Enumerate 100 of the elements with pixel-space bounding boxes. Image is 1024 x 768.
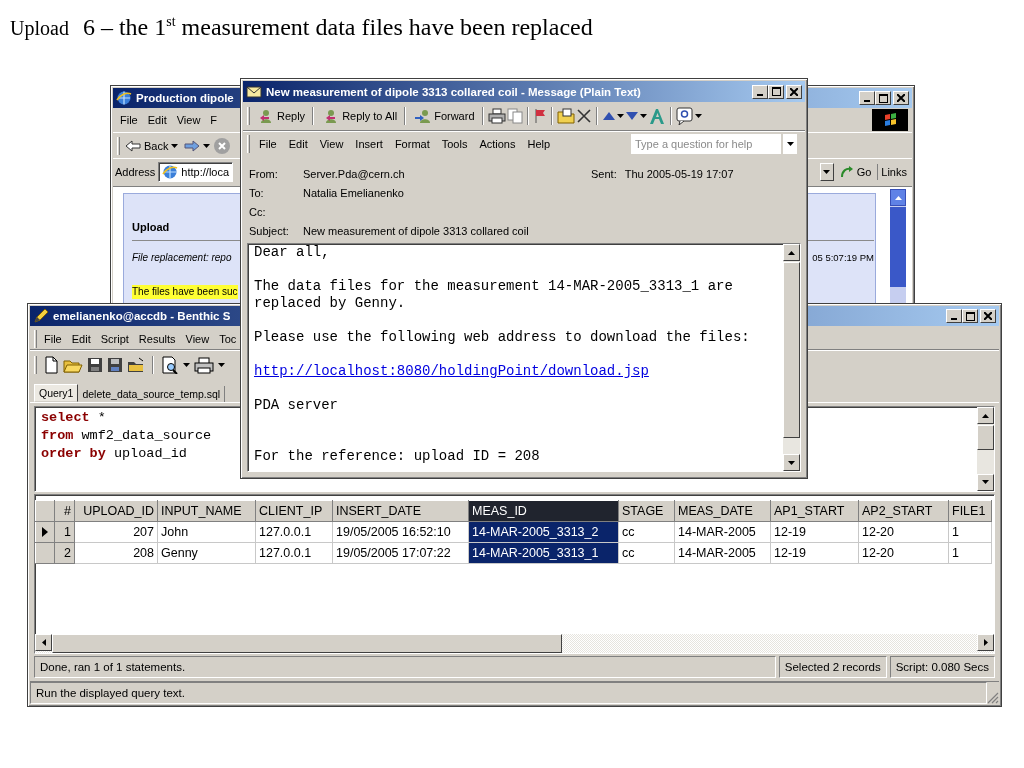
menu-item[interactable]: Edit (142, 114, 172, 126)
horizontal-scrollbar[interactable] (35, 634, 994, 654)
vertical-scrollbar[interactable] (783, 244, 800, 471)
column-header[interactable]: STAGE (618, 500, 675, 522)
scrollbar-thumb[interactable] (52, 634, 562, 654)
printer-icon[interactable] (194, 355, 214, 374)
maximize-button[interactable] (875, 91, 891, 105)
folder-icon[interactable] (127, 356, 145, 373)
column-header[interactable]: INPUT_NAME (157, 500, 256, 522)
message-paragraph: Dear all, (254, 244, 330, 260)
dropdown-button[interactable] (819, 162, 834, 181)
slide-title: 6 – the 1$^{st}$ measurement data files have been replaced (82, 14, 593, 41)
close-button[interactable] (980, 309, 996, 323)
caret-icon (823, 169, 831, 174)
menu-item[interactable]: Edit (283, 138, 313, 150)
maximize-button[interactable] (962, 309, 978, 323)
maximize-button[interactable] (768, 84, 784, 99)
menu-item[interactable]: Format (389, 138, 435, 150)
help-search-field[interactable]: Type a question for help (631, 134, 781, 154)
scroll-down-button[interactable] (783, 454, 800, 471)
forward-icon (413, 108, 432, 124)
left-arrow-icon (125, 139, 141, 152)
resize-grip-icon[interactable] (987, 692, 999, 704)
message-paragraph: PDA server (254, 397, 338, 413)
sql-editor[interactable]: select * from wmf2_data_source order by upload_id (35, 407, 237, 491)
scroll-up-button[interactable] (890, 189, 906, 206)
editor-tab[interactable]: Query1 (34, 384, 79, 402)
minimize-icon (951, 318, 957, 320)
column-header[interactable]: AP1_START (770, 500, 859, 522)
scrollbar-thumb[interactable] (977, 425, 994, 450)
scrollbar-thumb[interactable] (890, 207, 906, 287)
right-arrow-icon (983, 639, 988, 647)
column-header[interactable]: FILE1 (948, 500, 992, 522)
column-header[interactable]: MEAS_DATE (674, 500, 771, 522)
reply-button[interactable]: Reply (253, 106, 309, 126)
close-button[interactable] (786, 84, 802, 99)
script-time: Script: 0.080 Secs (889, 656, 995, 678)
maximize-icon (965, 311, 975, 321)
menu-item[interactable]: Edit (66, 333, 96, 345)
forward-button[interactable]: Forward (410, 106, 478, 126)
menu-item[interactable]: File (115, 114, 143, 126)
column-header[interactable]: UPLOAD_ID (74, 500, 158, 522)
printer-icon[interactable] (487, 108, 506, 124)
caret-icon[interactable] (694, 114, 702, 118)
menu-item[interactable]: Results (133, 333, 181, 345)
menu-item[interactable]: View (180, 333, 215, 345)
column-header[interactable]: MEAS_ID (468, 500, 619, 522)
links-button[interactable]: Links (877, 163, 910, 180)
new-file-icon[interactable] (43, 355, 59, 374)
column-header[interactable]: INSERT_DATE (332, 500, 469, 522)
dropdown-button[interactable] (783, 134, 797, 154)
sent-date: Thu 2005-05-19 17:07 (624, 167, 734, 180)
scrollbar-thumb[interactable] (783, 262, 800, 438)
column-header[interactable]: CLIENT_IP (255, 500, 333, 522)
caret-icon[interactable] (183, 362, 190, 367)
print-preview-icon[interactable] (161, 355, 179, 374)
vertical-scrollbar[interactable] (977, 407, 994, 491)
menu-item[interactable]: File (254, 138, 282, 150)
menu-item[interactable]: Tools (436, 138, 473, 150)
header-label: Subject: (249, 224, 290, 237)
minimize-button[interactable] (946, 309, 962, 323)
stop-icon[interactable] (213, 136, 232, 155)
caret-icon[interactable] (616, 114, 624, 118)
column-header[interactable]: AP2_START (858, 500, 949, 522)
up-arrow-icon[interactable] (601, 110, 616, 122)
caret-icon[interactable] (639, 114, 647, 118)
help-icon[interactable] (675, 107, 694, 125)
menu-item[interactable]: Toc (214, 333, 242, 345)
menu-item[interactable]: File (39, 333, 67, 345)
down-arrow-icon (788, 460, 795, 465)
download-link[interactable]: http://localhost:8080/holdingPoint/download.jsp (254, 363, 649, 379)
scroll-down-button[interactable] (977, 473, 994, 491)
menu-item[interactable]: View (171, 114, 206, 126)
reply-all-button[interactable]: Reply to All (318, 106, 401, 126)
close-button[interactable] (893, 91, 909, 105)
back-button[interactable]: Back (122, 137, 182, 154)
down-arrow-icon[interactable] (624, 110, 639, 122)
minimize-button[interactable] (859, 91, 875, 105)
flag-icon[interactable] (532, 108, 547, 124)
move-to-folder-icon[interactable] (556, 108, 575, 124)
down-arrow-icon (982, 480, 989, 485)
table-cell: 12-19 (770, 521, 859, 543)
column-header[interactable]: # (54, 500, 75, 522)
caret-icon[interactable] (218, 362, 225, 367)
window-title: New measurement of dipole 3313 collared coil - Message (Plain Text) (266, 85, 641, 98)
minimize-button[interactable] (752, 84, 768, 99)
save-as-icon[interactable] (107, 356, 123, 373)
menu-item[interactable]: F (205, 114, 223, 126)
address-field[interactable]: http://loca (158, 161, 234, 182)
menu-item[interactable]: View (314, 138, 349, 150)
menu-item[interactable]: Actions (474, 138, 521, 150)
scroll-left-button[interactable] (35, 634, 52, 652)
go-button[interactable]: Go (836, 162, 875, 181)
menu-item[interactable]: Insert (350, 138, 388, 150)
save-icon[interactable] (87, 356, 103, 373)
row-selector[interactable] (35, 521, 55, 543)
delete-icon[interactable] (575, 108, 592, 124)
menu-item[interactable]: Help (522, 138, 556, 150)
menu-item[interactable]: Script (95, 333, 134, 345)
scroll-right-button[interactable] (977, 634, 994, 652)
